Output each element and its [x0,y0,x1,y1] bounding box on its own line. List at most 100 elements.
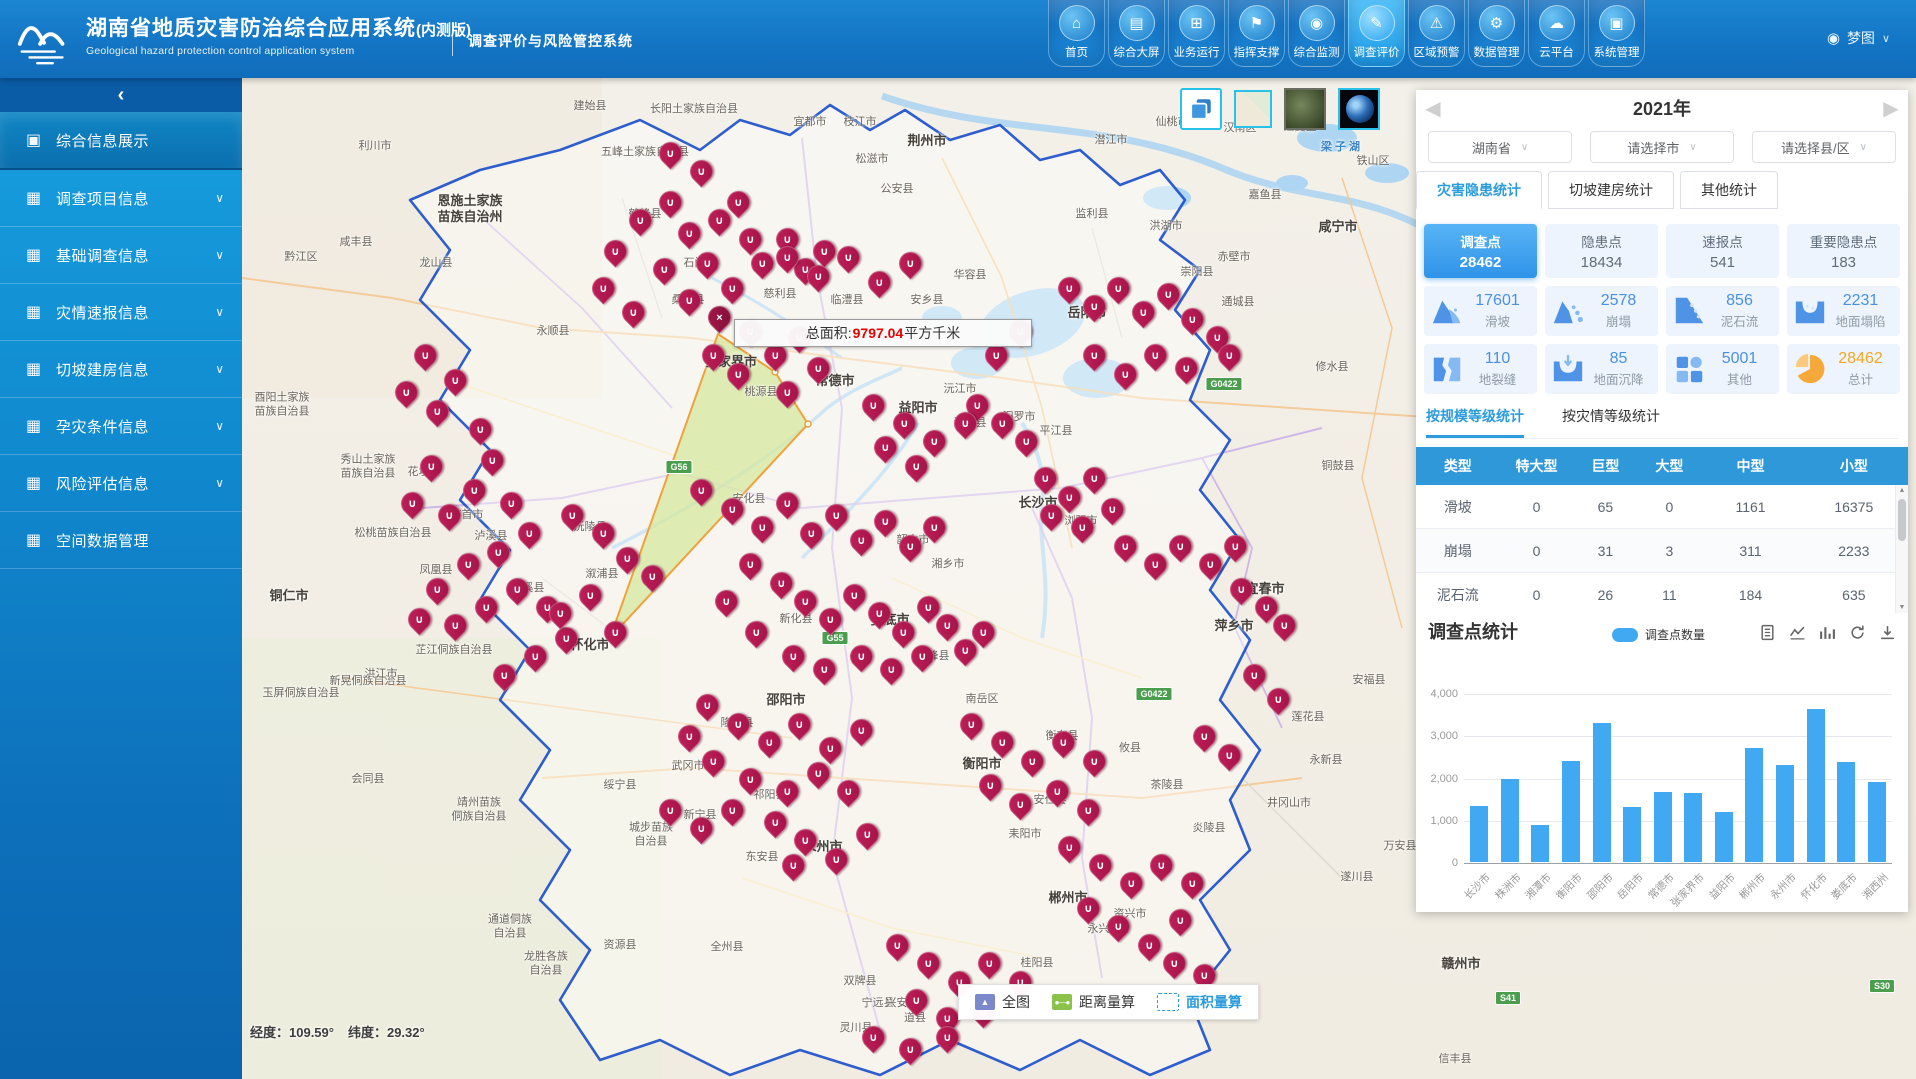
ground-fissure-icon [1430,352,1464,386]
scroll-thumb[interactable] [1898,499,1906,541]
street-basemap-thumbnail[interactable] [1234,90,1272,128]
nav-item-label: 数据管理 [1469,44,1524,60]
satellite-basemap-thumbnail[interactable] [1284,88,1326,130]
stat-card-value: 18434 [1581,254,1623,271]
scroll-up-arrow[interactable]: ▲ [1896,487,1908,494]
app-logo-icon [14,10,76,68]
map-tool-全图[interactable]: ▲全图 [975,992,1030,1012]
sidebar-collapse-button[interactable]: ‹ [0,78,242,112]
bar-郴州市[interactable] [1745,748,1763,862]
bar-娄底市[interactable] [1837,762,1855,862]
nav-item-系统管理[interactable]: ▣系统管理 [1588,0,1645,67]
city-select[interactable]: 请选择市∨ [1590,131,1734,163]
monitoring-icon: ◉ [1299,5,1335,41]
bar-长沙市[interactable] [1470,806,1488,862]
sidebar-item-风险评估信息[interactable]: ▦风险评估信息∨ [0,455,242,512]
hazard-stat-value: 2578 [1585,292,1652,310]
bar-邵阳市[interactable] [1593,723,1611,862]
bar-岳阳市[interactable] [1623,807,1641,862]
eye-icon[interactable]: ◉ [1827,29,1840,47]
sidebar-item-调查项目信息[interactable]: ▦调查项目信息∨ [0,170,242,227]
sidebar-item-切坡建房信息[interactable]: ▦切坡建房信息∨ [0,341,242,398]
bar-张家界市[interactable] [1684,793,1702,862]
globe-basemap-thumbnail[interactable] [1338,88,1380,130]
map-tool-面积量算[interactable]: 面积量算 [1157,992,1242,1012]
stat-card-value: 541 [1710,254,1735,271]
system-name: 调查评价与风险管控系统 [468,31,633,51]
bar-常德市[interactable] [1654,792,1672,862]
sidebar-item-综合信息展示[interactable]: ▣综合信息展示 [0,112,242,170]
sidebar-item-label: 基础调查信息 [56,245,149,266]
stat-card-重要隐患点[interactable]: 重要隐患点183 [1787,224,1900,278]
sidebar-item-label: 风险评估信息 [56,473,149,494]
sidebar-item-基础调查信息[interactable]: ▦ 基础调查信息 ∨ [0,227,242,284]
line-chart-icon[interactable] [1789,624,1806,641]
nav-item-首页[interactable]: ⌂首页 [1048,0,1105,67]
table-cell: 635 [1800,587,1908,603]
nav-item-区域预警[interactable]: ⚠区域预警 [1408,0,1465,67]
next-year-button[interactable]: ▶ [1874,96,1908,121]
layers-toggle-button[interactable] [1180,88,1222,130]
tab-灾害隐患统计[interactable]: 灾害隐患统计 [1416,171,1542,209]
legend-swatch [1612,628,1638,642]
table-scrollbar[interactable]: ▲▼ [1895,485,1908,613]
nav-item-指挥支撑[interactable]: ⚑指挥支撑 [1228,0,1285,67]
nav-item-数据管理[interactable]: ⚙数据管理 [1468,0,1525,67]
map-tool-距离量算[interactable]: ●—●距离量算 [1052,992,1135,1012]
bar-衡阳市[interactable] [1562,761,1580,862]
bar-chart-icon[interactable] [1819,624,1836,641]
survey-points-bar-chart: 01,0002,0003,0004,000长沙市株洲市湘潭市衡阳市邵阳市岳阳市常… [1464,694,1892,863]
y-axis-tick-label: 0 [1452,857,1458,869]
subtab-按规模等级统计[interactable]: 按规模等级统计 [1426,406,1524,438]
sidebar-item-灾情速报信息[interactable]: ▦灾情速报信息∨ [0,284,242,341]
nav-item-调查评价[interactable]: ✎调查评价 [1348,0,1405,67]
road-badge: G56 [665,460,692,474]
stat-card-隐患点[interactable]: 隐患点18434 [1545,224,1658,278]
business-run-icon: ⊞ [1179,5,1215,41]
y-axis-tick-label: 3,000 [1430,730,1458,742]
previous-year-button[interactable]: ◀ [1416,96,1450,121]
stat-card-调查点[interactable]: 调查点28462 [1424,224,1537,278]
table-cell: 0 [1637,499,1701,515]
nav-item-业务运行[interactable]: ⊞业务运行 [1168,0,1225,67]
province-select[interactable]: 湖南省∨ [1428,131,1572,163]
user-menu[interactable]: ◉ 梦图 ∨ [1827,28,1890,48]
map-tool-label: 全图 [1002,992,1030,1012]
bar-湘潭市[interactable] [1531,825,1549,862]
app-root: 湖南省地质灾害防治综合应用系统(内测版) Geological hazard p… [0,0,1916,1079]
tab-切坡建房统计[interactable]: 切坡建房统计 [1548,171,1674,209]
download-icon[interactable] [1879,624,1896,641]
latitude-readout: 纬度：29.32° [348,1022,425,1041]
nav-item-云平台[interactable]: ☁云平台 [1528,0,1585,67]
table-cell: 311 [1701,543,1799,559]
sidebar-item-空间数据管理[interactable]: ▦空间数据管理 [0,512,242,569]
select-value: 请选择县/区 [1781,138,1850,157]
scroll-down-arrow[interactable]: ▼ [1896,604,1908,611]
bar-益阳市[interactable] [1715,812,1733,862]
stat-card-速报点[interactable]: 速报点541 [1666,224,1779,278]
tab-其他统计[interactable]: 其他统计 [1680,171,1778,209]
hazard-stat-value: 2231 [1827,292,1894,310]
nav-item-综合大屏[interactable]: ▤综合大屏 [1108,0,1165,67]
sidebar-item-孕灾条件信息[interactable]: ▦孕灾条件信息∨ [0,398,242,455]
table-cell: 31 [1573,543,1637,559]
table-header-cell: 巨型 [1573,456,1637,476]
select-value: 湖南省 [1472,138,1511,157]
map-toolbar: ▲全图 ●—●距离量算 面积量算 [958,984,1259,1020]
chevron-down-icon: ∨ [215,248,224,262]
nav-item-label: 综合大屏 [1109,44,1164,60]
table-cell: 1161 [1701,499,1799,515]
bar-湘西州[interactable] [1868,782,1886,862]
grid-icon: ▦ [26,245,41,265]
bar-怀化市[interactable] [1807,709,1825,862]
subtab-按灾情等级统计[interactable]: 按灾情等级统计 [1562,406,1660,438]
data-view-icon[interactable] [1759,624,1776,641]
district-select[interactable]: 请选择县/区∨ [1752,131,1896,163]
sidebar-item-label: 空间数据管理 [56,530,149,551]
chart-legend[interactable]: 调查点数量 [1612,626,1705,643]
bar-株洲市[interactable] [1501,779,1519,862]
nav-item-综合监测[interactable]: ◉综合监测 [1288,0,1345,67]
select-value: 请选择市 [1627,138,1679,157]
bar-永州市[interactable] [1776,765,1794,862]
refresh-icon[interactable] [1849,624,1866,641]
